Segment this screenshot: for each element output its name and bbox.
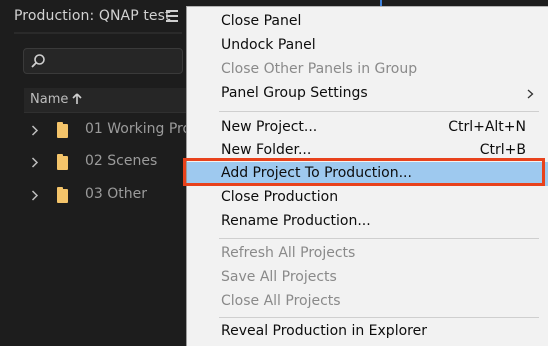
menu-item-label: Rename Production... bbox=[221, 213, 371, 229]
menu-item-label: Close Panel bbox=[221, 13, 302, 29]
column-header-name[interactable]: Name bbox=[24, 88, 194, 113]
menu-item-label: Add Project To Production... bbox=[221, 165, 412, 181]
menu-item-close-panel[interactable]: Close Panel bbox=[187, 10, 548, 34]
chevron-right-icon[interactable] bbox=[31, 125, 39, 136]
menu-item-rename-production[interactable]: Rename Production... bbox=[187, 210, 548, 234]
folder-icon bbox=[57, 122, 68, 138]
menu-item-label: Close Other Panels in Group bbox=[221, 61, 418, 77]
menu-item-save-all-projects[interactable]: Save All Projects bbox=[187, 266, 548, 290]
tree-row[interactable]: 03 Other bbox=[24, 183, 194, 209]
menu-item-shortcut: Ctrl+Alt+N bbox=[448, 119, 526, 135]
panel-header: Production: QNAP test bbox=[0, 0, 190, 36]
panel-context-menu: Close Panel Undock Panel Close Other Pan… bbox=[186, 6, 548, 346]
tree-row[interactable]: 02 Scenes bbox=[24, 150, 194, 176]
menu-item-close-other-panels[interactable]: Close Other Panels in Group bbox=[187, 58, 548, 82]
menu-item-label: New Project... bbox=[221, 119, 318, 135]
chevron-right-icon[interactable] bbox=[31, 190, 39, 201]
menu-item-shortcut: Ctrl+B bbox=[479, 142, 526, 158]
tree-row-label: 02 Scenes bbox=[85, 153, 158, 169]
chevron-right-icon[interactable] bbox=[31, 157, 39, 168]
menu-item-panel-group-settings[interactable]: Panel Group Settings bbox=[187, 82, 548, 106]
tree-row[interactable]: 01 Working Pro bbox=[24, 118, 194, 144]
menu-item-new-project[interactable]: New Project... Ctrl+Alt+N bbox=[187, 116, 548, 140]
menu-item-new-folder[interactable]: New Folder... Ctrl+B bbox=[187, 139, 548, 163]
folder-icon bbox=[57, 187, 68, 203]
sort-ascending-icon bbox=[72, 93, 82, 104]
menu-item-label: Undock Panel bbox=[221, 37, 316, 53]
menu-separator bbox=[219, 317, 539, 318]
menu-item-add-project-to-production[interactable]: Add Project To Production... bbox=[187, 162, 548, 186]
menu-item-close-production[interactable]: Close Production bbox=[187, 186, 548, 210]
folder-icon bbox=[57, 154, 68, 170]
tree-row-label: 03 Other bbox=[85, 186, 148, 202]
menu-item-label: Close All Projects bbox=[221, 293, 341, 309]
submenu-arrow-icon bbox=[527, 89, 534, 99]
menu-separator bbox=[219, 238, 539, 239]
tree-row-label: 01 Working Pro bbox=[85, 121, 192, 137]
column-header-label: Name bbox=[30, 92, 69, 107]
search-icon bbox=[31, 54, 45, 68]
menu-item-refresh-all-projects[interactable]: Refresh All Projects bbox=[187, 242, 548, 266]
panel-header-divider bbox=[14, 32, 182, 34]
search-input[interactable] bbox=[23, 48, 183, 74]
menu-item-label: Save All Projects bbox=[221, 269, 337, 285]
menu-item-label: Close Production bbox=[221, 189, 339, 205]
menu-item-label: Panel Group Settings bbox=[221, 85, 368, 101]
menu-separator bbox=[219, 111, 539, 112]
menu-item-close-all-projects[interactable]: Close All Projects bbox=[187, 290, 548, 314]
panel-title: Production: QNAP test bbox=[14, 8, 171, 24]
menu-item-undock-panel[interactable]: Undock Panel bbox=[187, 34, 548, 58]
menu-item-label: New Folder... bbox=[221, 142, 312, 158]
menu-item-label: Reveal Production in Explorer bbox=[221, 323, 427, 339]
menu-item-label: Refresh All Projects bbox=[221, 245, 356, 261]
panel-menu-icon[interactable] bbox=[166, 10, 178, 22]
menu-item-reveal-production[interactable]: Reveal Production in Explorer bbox=[187, 320, 548, 344]
